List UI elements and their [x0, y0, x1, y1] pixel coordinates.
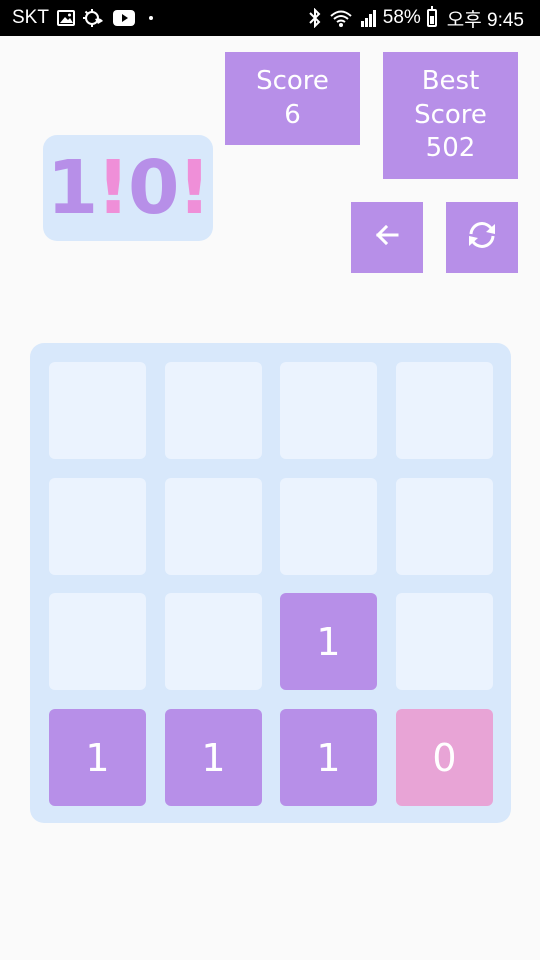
carrier-label: SKT — [12, 7, 49, 28]
battery-percent: 58% — [382, 7, 421, 28]
restart-button[interactable] — [446, 202, 518, 273]
refresh-icon — [465, 220, 499, 255]
empty-cell — [165, 478, 262, 575]
empty-cell — [396, 593, 493, 690]
logo-one: 1 — [46, 145, 98, 231]
signal-icon — [360, 9, 377, 27]
empty-cell — [396, 478, 493, 575]
best-score-value: 502 — [425, 133, 476, 164]
tile-1: 1 — [280, 593, 377, 690]
empty-cell — [49, 478, 146, 575]
game-board[interactable]: 11110 — [30, 343, 511, 823]
clock: 오후 9:45 — [446, 9, 524, 31]
empty-cell — [165, 593, 262, 690]
empty-cell — [49, 362, 146, 459]
status-bar: SKT 58% 오후 9:45 — [0, 0, 540, 36]
tile-1: 1 — [280, 709, 377, 806]
arrow-left-icon — [373, 221, 401, 254]
empty-cell — [165, 362, 262, 459]
status-bar-right: 58% 오후 9:45 — [301, 0, 524, 36]
empty-cell — [49, 593, 146, 690]
best-score-box: Best Score 502 — [383, 52, 518, 179]
tile-0: 0 — [396, 709, 493, 806]
logo-zero: 0 — [128, 145, 179, 231]
logo-bang-second: ! — [177, 145, 212, 231]
score-box: Score 6 — [225, 52, 360, 145]
bluetooth-icon — [309, 8, 321, 28]
tile-1: 1 — [165, 709, 262, 806]
status-bar-left: SKT — [12, 0, 153, 36]
empty-cell — [396, 362, 493, 459]
image-icon — [56, 10, 75, 26]
empty-cell — [280, 478, 377, 575]
score-value: 6 — [284, 99, 301, 130]
logo-bang-first: ! — [96, 145, 130, 231]
empty-cell — [280, 362, 377, 459]
game-logo: 1!0! — [43, 135, 213, 241]
score-label: Score — [256, 65, 329, 96]
best-score-label: Best Score — [414, 65, 487, 130]
youtube-icon — [112, 10, 135, 26]
wifi-icon — [329, 8, 353, 28]
cloud-sync-icon — [82, 9, 105, 27]
notification-dot — [148, 16, 153, 20]
logo-text: 1!0! — [47, 151, 211, 225]
battery-icon — [426, 6, 437, 27]
tile-1: 1 — [49, 709, 146, 806]
undo-button[interactable] — [351, 202, 423, 273]
